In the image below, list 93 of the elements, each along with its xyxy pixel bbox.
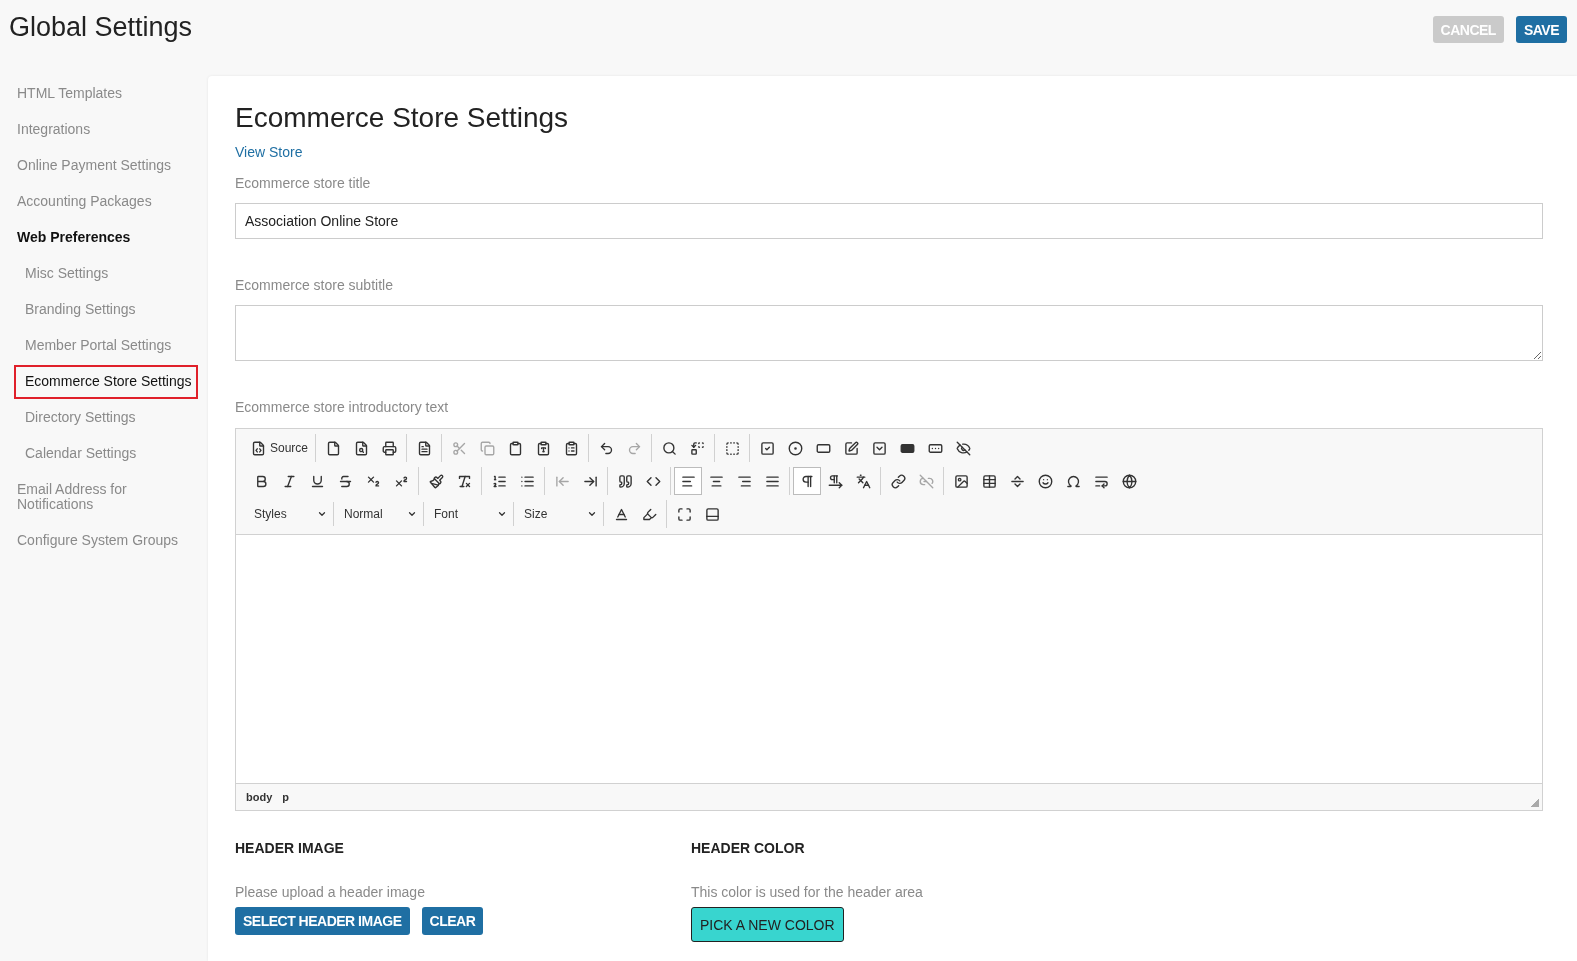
sidebar-item[interactable]: HTML Templates <box>17 76 198 112</box>
section-title: Ecommerce Store Settings <box>235 102 570 134</box>
field-label: Ecommerce store introductory text <box>235 399 450 415</box>
element-path-link[interactable]: body <box>246 791 273 803</box>
unlink-icon <box>918 473 934 489</box>
action-button[interactable]: SELECT HEADER IMAGE <box>235 907 410 935</box>
search-icon <box>661 440 677 456</box>
table-icon <box>981 473 997 489</box>
source-button[interactable]: Source <box>247 434 313 462</box>
replace-icon <box>689 440 705 456</box>
blank-page-icon <box>325 440 341 456</box>
undo-icon <box>598 440 614 456</box>
globe-icon <box>1121 473 1137 489</box>
caret-icon <box>317 509 327 519</box>
underline-icon <box>309 473 325 489</box>
highlighter-icon <box>641 506 657 522</box>
hint-text: Please upload a header image <box>235 884 426 900</box>
align-left-icon <box>680 473 696 489</box>
language-icon <box>855 473 871 489</box>
copy-icon <box>479 440 495 456</box>
toolbar-dropdown[interactable]: Styles <box>244 502 334 526</box>
quote-icon <box>617 473 633 489</box>
eye-off-icon <box>955 440 971 456</box>
save-button[interactable]: SAVE <box>1515 16 1567 43</box>
sidebar-item[interactable]: Email Address for Notifications <box>17 472 198 523</box>
pen-square-icon <box>843 440 859 456</box>
omega-icon <box>1065 473 1081 489</box>
align-center-icon <box>708 473 724 489</box>
remove-format-icon <box>456 473 472 489</box>
element-path-link[interactable]: p <box>282 791 289 803</box>
superscript-icon <box>393 473 409 489</box>
sidebar-item[interactable]: Misc Settings <box>14 256 198 292</box>
caret-icon <box>587 509 597 519</box>
italic-icon <box>281 473 297 489</box>
paintbrush-icon <box>428 473 444 489</box>
field-label: Ecommerce store title <box>235 175 372 191</box>
strikethrough-icon <box>337 473 353 489</box>
dropdown-icon <box>871 440 887 456</box>
clipboard-text-icon <box>535 440 551 456</box>
dashed-square-icon <box>724 440 740 456</box>
maximize-icon <box>676 506 692 522</box>
scissors-icon <box>451 440 467 456</box>
sidebar-item[interactable]: Calendar Settings <box>14 436 198 472</box>
sidebar-item[interactable]: Online Payment Settings <box>17 148 198 184</box>
input-field[interactable]: Association Online Store <box>235 203 1543 239</box>
link-icon <box>890 473 906 489</box>
pilcrow-icon <box>827 473 843 489</box>
bulleted-list-icon <box>519 473 535 489</box>
sidebar-item[interactable]: Directory Settings <box>14 400 198 436</box>
view-store-link[interactable]: View Store <box>235 144 303 160</box>
toolbar-button[interactable] <box>793 467 821 495</box>
toolbar-button[interactable] <box>674 467 702 495</box>
sidebar-item[interactable]: Branding Settings <box>14 292 198 328</box>
toolbar-dropdown[interactable]: Font <box>424 502 514 526</box>
section-heading: HEADER IMAGE <box>235 840 345 856</box>
sidebar-item[interactable]: Member Portal Settings <box>14 328 198 364</box>
align-right-icon <box>736 473 752 489</box>
sidebar-item[interactable]: Integrations <box>17 112 198 148</box>
hint-text: This color is used for the header area <box>691 884 924 900</box>
image-icon <box>953 473 969 489</box>
page-title: Global Settings <box>9 12 193 43</box>
subscript-icon <box>365 473 381 489</box>
sidebar-item[interactable]: Configure System Groups <box>17 523 198 559</box>
pick-color-button[interactable]: PICK A NEW COLOR <box>691 907 844 942</box>
sidebar-item[interactable]: Accounting Packages <box>17 184 198 220</box>
page-search-icon <box>353 440 369 456</box>
action-button[interactable]: CLEAR <box>421 907 484 935</box>
clipboard-list-icon <box>563 440 579 456</box>
caret-icon <box>497 509 507 519</box>
textarea-field[interactable] <box>235 305 1543 361</box>
toolbar-dropdown[interactable]: Size <box>514 502 604 526</box>
checkbox-icon <box>759 440 775 456</box>
section-heading: HEADER COLOR <box>691 840 806 856</box>
sidebar-item[interactable]: Web Preferences <box>17 220 198 256</box>
field-label: Ecommerce store subtitle <box>235 277 394 293</box>
numbered-list-icon <box>491 473 507 489</box>
printer-icon <box>381 440 397 456</box>
code-file-icon <box>251 440 266 456</box>
horizontal-line-icon <box>1009 473 1025 489</box>
document-icon <box>416 440 432 456</box>
justify-icon <box>764 473 780 489</box>
radio-icon <box>787 440 803 456</box>
redo-icon <box>626 440 642 456</box>
text-color-icon <box>613 506 629 522</box>
panel-icon <box>704 506 720 522</box>
sidebar-item[interactable]: Ecommerce Store Settings <box>14 365 198 399</box>
wrap-icon <box>1093 473 1109 489</box>
caret-icon <box>407 509 417 519</box>
pilcrow-icon <box>799 473 815 489</box>
clipboard-icon <box>507 440 523 456</box>
toolbar-dropdown[interactable]: Normal <box>334 502 424 526</box>
smiley-icon <box>1037 473 1053 489</box>
resize-handle[interactable] <box>1531 799 1539 807</box>
